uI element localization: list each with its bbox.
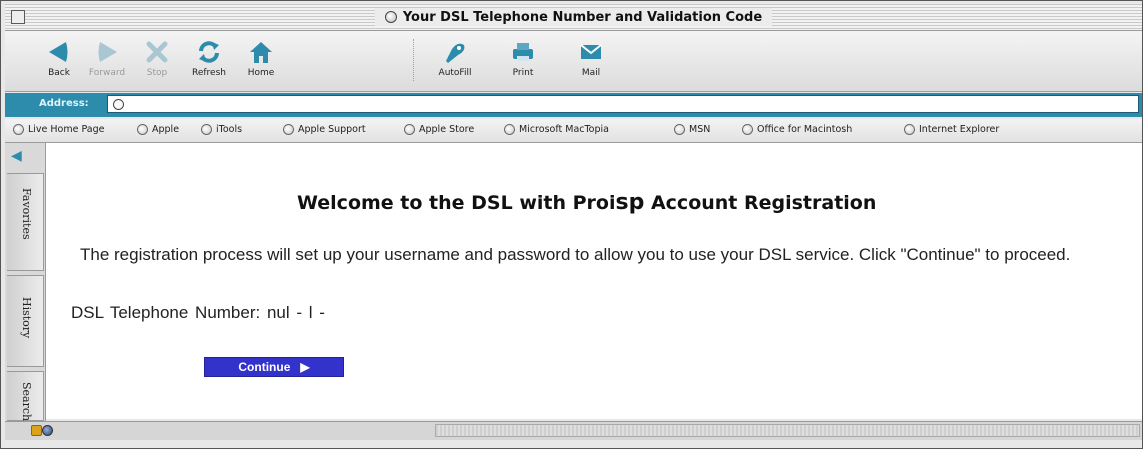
refresh-button[interactable]: Refresh bbox=[179, 37, 239, 85]
favorites-bar: Live Home Page Apple iTools Apple Suppor… bbox=[5, 119, 1142, 143]
forward-arrow-icon bbox=[98, 42, 117, 62]
favorite-label: Apple Store bbox=[419, 124, 475, 135]
address-input[interactable] bbox=[107, 95, 1139, 113]
dsl-number-value: nul - l - bbox=[266, 303, 325, 322]
globe-icon bbox=[384, 11, 397, 23]
autofill-icon bbox=[446, 43, 465, 63]
page-title: Welcome to the DSL with Proisp Account R… bbox=[297, 190, 876, 215]
home-icon bbox=[250, 42, 272, 63]
tab-history-label: History bbox=[20, 297, 33, 339]
continue-button[interactable]: Continue ▶ bbox=[204, 357, 344, 377]
dsl-number-line: DSL Telephone Number: nul - l - bbox=[71, 303, 325, 323]
dsl-number-label: DSL Telephone Number: bbox=[71, 303, 261, 322]
favorite-label: Office for Macintosh bbox=[757, 124, 853, 135]
favorite-label: Apple bbox=[152, 124, 180, 135]
favorite-internet-explorer[interactable]: Internet Explorer bbox=[904, 124, 999, 135]
title-container: Your DSL Telephone Number and Validation… bbox=[374, 8, 773, 26]
globe-icon bbox=[137, 124, 148, 135]
network-globe-icon bbox=[42, 425, 53, 436]
stop-label: Stop bbox=[146, 68, 168, 78]
favorite-label: Live Home Page bbox=[28, 124, 105, 135]
favorite-label: Internet Explorer bbox=[919, 124, 1000, 135]
favorite-label: Apple Support bbox=[298, 124, 366, 135]
favorite-office-for-macintosh[interactable]: Office for Macintosh bbox=[742, 124, 852, 135]
print-label: Print bbox=[512, 68, 534, 78]
refresh-label: Refresh bbox=[192, 68, 226, 78]
globe-icon bbox=[404, 124, 415, 135]
tab-search[interactable]: Search bbox=[7, 371, 44, 421]
favorite-msn[interactable]: MSN bbox=[674, 124, 710, 135]
explorer-bar-tabs: ◀ Favorites History Search bbox=[5, 143, 46, 421]
globe-icon bbox=[742, 124, 753, 135]
autofill-button[interactable]: AutoFill bbox=[425, 37, 485, 85]
stop-x-icon bbox=[146, 41, 168, 63]
refresh-icon bbox=[199, 41, 219, 63]
tab-history[interactable]: History bbox=[7, 275, 44, 367]
title-bar[interactable]: Your DSL Telephone Number and Validation… bbox=[5, 4, 1142, 31]
page-content: Welcome to the DSL with Proisp Account R… bbox=[46, 143, 1142, 419]
horizontal-scrollbar[interactable] bbox=[435, 424, 1140, 437]
brand-name-part1: Proi bbox=[572, 192, 616, 214]
browser-window: Your DSL Telephone Number and Validation… bbox=[0, 0, 1143, 449]
globe-icon bbox=[201, 124, 212, 135]
globe-icon bbox=[13, 124, 24, 135]
globe-icon bbox=[904, 124, 915, 135]
favorite-label: Microsoft MacTopia bbox=[519, 124, 609, 135]
tab-favorites[interactable]: Favorites bbox=[7, 173, 44, 271]
globe-icon bbox=[283, 124, 294, 135]
favorite-microsoft-mactopia[interactable]: Microsoft MacTopia bbox=[504, 124, 609, 135]
toolbar: Back Forward Stop Refresh Home AutoFill … bbox=[5, 31, 1142, 92]
favorite-label: MSN bbox=[689, 124, 711, 135]
tab-favorites-label: Favorites bbox=[20, 188, 33, 240]
globe-icon bbox=[674, 124, 685, 135]
play-arrow-icon: ▶ bbox=[300, 360, 310, 374]
brand-name-part2: sp bbox=[615, 190, 645, 215]
tab-search-label: Search bbox=[20, 382, 33, 422]
favorite-label: iTools bbox=[216, 124, 243, 135]
address-globe-icon bbox=[113, 99, 124, 110]
home-label: Home bbox=[247, 68, 275, 78]
status-bar bbox=[5, 421, 1142, 440]
autofill-label: AutoFill bbox=[438, 68, 472, 78]
continue-label: Continue bbox=[238, 360, 291, 374]
stop-button[interactable]: Stop bbox=[127, 37, 187, 85]
favorite-apple-store[interactable]: Apple Store bbox=[404, 124, 474, 135]
home-button[interactable]: Home bbox=[231, 37, 291, 85]
address-bar: Address: bbox=[5, 93, 1142, 117]
mail-button[interactable]: Mail bbox=[561, 37, 621, 85]
toolbar-separator bbox=[413, 39, 415, 81]
collapse-arrow-icon[interactable]: ◀ bbox=[11, 148, 22, 164]
page-title-suffix: Account Registration bbox=[644, 192, 877, 214]
printer-icon bbox=[513, 43, 533, 61]
title-wrap: Your DSL Telephone Number and Validation… bbox=[5, 8, 1142, 27]
favorite-apple-support[interactable]: Apple Support bbox=[283, 124, 366, 135]
address-label: Address: bbox=[39, 98, 89, 109]
favorite-apple[interactable]: Apple bbox=[137, 124, 179, 135]
globe-icon bbox=[504, 124, 515, 135]
intro-paragraph: The registration process will set up you… bbox=[80, 245, 1071, 264]
favorite-itools[interactable]: iTools bbox=[201, 124, 242, 135]
window-title: Your DSL Telephone Number and Validation… bbox=[402, 9, 763, 25]
mail-label: Mail bbox=[581, 68, 601, 78]
print-button[interactable]: Print bbox=[493, 37, 553, 85]
lock-icon bbox=[31, 425, 42, 436]
page-title-prefix: Welcome to the DSL with bbox=[297, 192, 573, 214]
back-arrow-icon bbox=[49, 42, 68, 62]
favorite-live-home-page[interactable]: Live Home Page bbox=[13, 124, 105, 135]
mail-icon bbox=[580, 44, 602, 59]
